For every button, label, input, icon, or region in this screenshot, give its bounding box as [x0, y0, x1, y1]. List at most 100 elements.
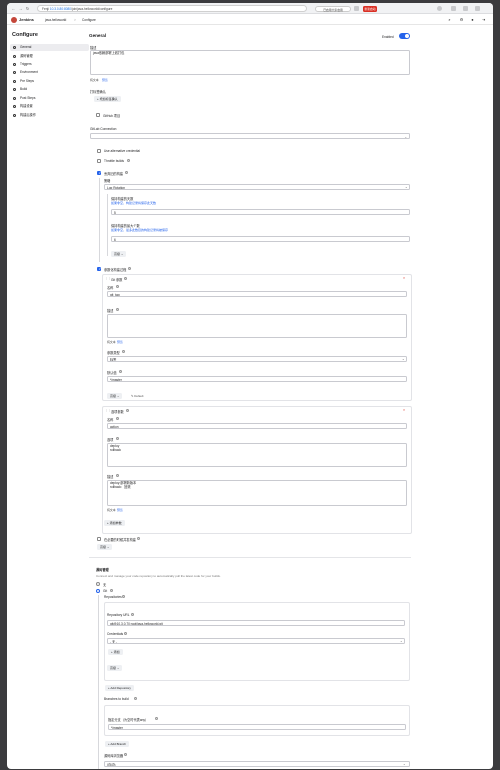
sidebar-item-general[interactable]: General — [10, 44, 89, 51]
add-param-button[interactable]: + 添加参数 — [104, 520, 125, 526]
steps-icon — [13, 80, 16, 83]
manage-icon[interactable]: ⚙ — [459, 17, 464, 22]
choice-desc-textarea[interactable]: deploy:部署新版本 rollback：回滚 — [107, 480, 407, 506]
strategy-select[interactable]: Log Rotation — [104, 184, 410, 190]
discard-builds-checkbox[interactable] — [97, 171, 101, 175]
extension-badge[interactable]: 已启用大家启用 — [315, 5, 351, 12]
repo-url-input[interactable]: git@10.3.0.70:root/java-helloworld.git — [107, 620, 405, 626]
keep-max-input[interactable]: 6 — [111, 236, 410, 242]
download-icon[interactable] — [463, 6, 468, 11]
add-repository-button[interactable]: + Add Repository — [105, 685, 134, 691]
git-param-desc-textarea[interactable] — [107, 314, 407, 338]
help-icon[interactable]: ? — [127, 159, 131, 163]
restart-badge[interactable]: 重新启动 — [363, 5, 377, 12]
delete-param-icon[interactable]: × — [402, 408, 406, 412]
help-icon[interactable]: ? — [125, 171, 129, 175]
concurrent-label: 在必要的时候并发构建 — [104, 538, 136, 542]
help-icon[interactable]: ? — [122, 595, 126, 599]
help-icon[interactable]: ? — [134, 697, 138, 701]
credentials-label: Credentials — [107, 632, 124, 636]
sidebar-item-post-steps[interactable]: Post Steps — [10, 95, 89, 102]
options-textarea[interactable]: deploy rollback — [107, 443, 407, 467]
sidebar-item-build-settings[interactable]: 构建设置 — [10, 103, 89, 110]
description-textarea[interactable]: java依赖部署上线打包 — [90, 50, 410, 75]
profile-icon[interactable] — [437, 6, 442, 11]
enabled-toggle[interactable] — [399, 33, 410, 39]
logout-icon[interactable]: ⇥ — [481, 17, 486, 22]
git-param-name-input[interactable]: git_tag — [107, 291, 407, 297]
cube-icon — [13, 114, 16, 117]
scm-git-radio[interactable] — [96, 589, 100, 593]
params-label: 参数化构建过程 — [104, 268, 127, 272]
add-label-button[interactable]: + 增加标签确认 — [94, 96, 121, 102]
help-icon[interactable]: ? — [137, 537, 141, 541]
plain-text-label: 纯文本 — [107, 340, 116, 344]
address-bar[interactable]: Fenji 10.3.0.80:8080/job/java-helloworld… — [37, 5, 307, 12]
sidebar-item-triggers[interactable]: Triggers — [10, 61, 89, 68]
section-indent-line — [98, 595, 99, 769]
param-type-select[interactable]: 标签 — [107, 356, 407, 362]
sidebar-item-pre-steps[interactable]: Pre Steps — [10, 78, 89, 85]
browser-toolbar: ← → ↻ Fenji 10.3.0.80:8080/job/java-hell… — [7, 3, 493, 14]
search-icon[interactable]: ⌕ — [447, 17, 452, 22]
default-link[interactable]: ✎ Default — [131, 394, 143, 398]
menu-icon[interactable] — [475, 6, 480, 11]
choice-name-input[interactable]: action — [107, 423, 407, 429]
concurrent-checkbox[interactable] — [97, 537, 101, 541]
jenkins-logo-icon[interactable] — [11, 16, 17, 23]
branch-panel — [104, 705, 410, 736]
scm-git-label: Git — [103, 589, 108, 593]
browser-select[interactable]: (自动) — [104, 761, 410, 767]
sidebar-item-post-build[interactable]: 构建后操作 — [10, 112, 89, 119]
extension-icon[interactable] — [354, 6, 359, 11]
breadcrumb-page[interactable]: Configure — [82, 18, 96, 22]
browser-label: 源码库浏览器 — [104, 754, 124, 758]
advanced-button[interactable]: 高级 ⌄ — [97, 544, 113, 550]
sidebar-item-build[interactable]: Build — [10, 86, 89, 93]
params-checkbox[interactable] — [97, 267, 101, 271]
alt-credential-checkbox[interactable] — [97, 149, 101, 153]
back-icon[interactable]: ← — [11, 6, 16, 11]
add-credential-button[interactable]: + 添加 — [108, 649, 123, 655]
forward-icon[interactable]: → — [18, 6, 23, 11]
extensions-icon[interactable] — [451, 6, 456, 11]
default-value-input[interactable]: */master — [107, 376, 407, 382]
sidebar-item-label: 构建后操作 — [20, 113, 36, 117]
settings-icon — [13, 105, 16, 108]
user-icon[interactable]: ● — [470, 17, 475, 22]
browser-window: ← → ↻ Fenji 10.3.0.80:8080/job/java-hell… — [7, 3, 493, 769]
git-param-title: Git 参数 — [111, 278, 123, 282]
preview-link[interactable]: 预览 — [102, 78, 108, 82]
advanced-button[interactable]: 高级 ⌄ — [107, 665, 123, 671]
sidebar-item-label: Triggers — [20, 62, 32, 66]
advanced-button[interactable]: 高级 ⌄ — [107, 393, 123, 399]
gitlab-connection-select[interactable]: ⌄ — [90, 133, 410, 139]
keep-days-input[interactable]: 5 — [111, 209, 410, 215]
preview-link[interactable]: 预览 — [117, 340, 123, 344]
delete-param-icon[interactable]: × — [402, 276, 406, 280]
chevron-down-icon: ⌄ — [400, 639, 403, 643]
add-branch-button[interactable]: + Add Branch — [105, 741, 130, 747]
credentials-select[interactable]: - 无 - — [107, 638, 405, 644]
github-project-label: GitHub 项目 — [103, 114, 121, 118]
help-icon[interactable]: ? — [128, 267, 132, 271]
branch-spec-input[interactable]: */master — [108, 724, 406, 730]
param-type-label: 参数类型 — [107, 351, 120, 355]
advanced-button[interactable]: 高级 ⌄ — [111, 251, 127, 257]
help-icon[interactable]: ? — [124, 753, 128, 757]
chevron-down-icon: ⌄ — [106, 545, 110, 549]
sidebar-item-environment[interactable]: Environment — [10, 69, 89, 76]
clock-icon — [13, 63, 16, 66]
scm-none-label: 无 — [103, 583, 107, 587]
throttle-checkbox[interactable] — [97, 159, 101, 163]
sidebar-title: Configure — [12, 32, 38, 38]
preview-link[interactable]: 预览 — [117, 508, 123, 512]
github-project-checkbox[interactable] — [96, 113, 100, 117]
app-title[interactable]: Jenkins — [19, 17, 34, 22]
sidebar-item-scm[interactable]: 源码管理 — [10, 53, 89, 60]
help-icon[interactable]: ? — [110, 589, 114, 593]
sidebar-item-label: Pre Steps — [20, 79, 34, 83]
breadcrumb-job[interactable]: java-helloworld — [45, 18, 66, 22]
scm-none-radio[interactable] — [96, 582, 100, 586]
reload-icon[interactable]: ↻ — [25, 6, 30, 11]
